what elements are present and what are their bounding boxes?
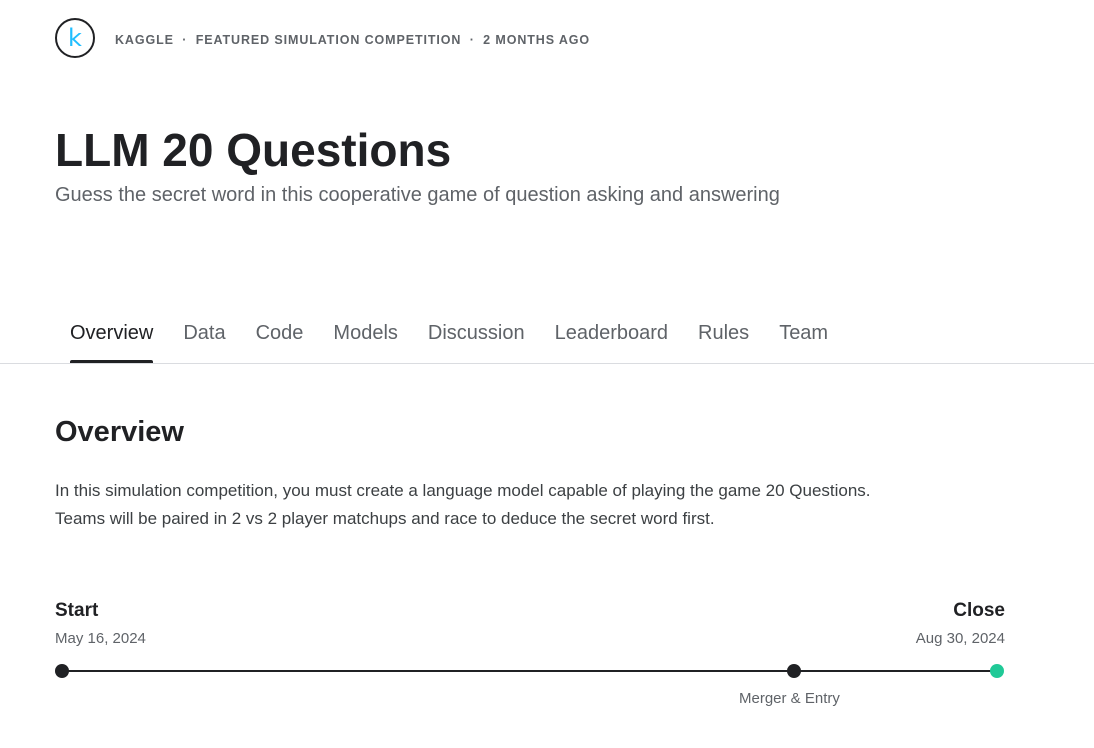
- timeline-start-marker: [55, 664, 69, 678]
- timeline-start-label: Start: [55, 600, 99, 621]
- tab-overview[interactable]: Overview: [55, 318, 168, 364]
- competition-page: k KAGGLE · FEATURED SIMULATION COMPETITI…: [0, 0, 1094, 748]
- meta-time: 2 MONTHS AGO: [483, 33, 591, 47]
- overview-heading: Overview: [55, 416, 184, 448]
- meta-category: FEATURED SIMULATION COMPETITION: [195, 33, 462, 47]
- tab-team[interactable]: Team: [764, 318, 843, 364]
- overview-line: Teams will be paired in 2 vs 2 player ma…: [55, 509, 715, 528]
- kaggle-logo-icon[interactable]: k: [55, 18, 95, 58]
- kaggle-logo-letter: k: [68, 23, 82, 52]
- tab-bar: Overview Data Code Models Discussion Lea…: [55, 318, 843, 364]
- timeline-close-marker: [990, 664, 1004, 678]
- timeline-start-date: May 16, 2024: [55, 630, 146, 647]
- competition-meta: KAGGLE · FEATURED SIMULATION COMPETITION…: [115, 33, 590, 47]
- overview-line: In this simulation competition, you must…: [55, 481, 871, 500]
- tab-rules[interactable]: Rules: [683, 318, 764, 364]
- tab-divider: [0, 363, 1094, 364]
- meta-source: KAGGLE: [115, 33, 174, 47]
- timeline-close-label: Close: [953, 600, 1005, 621]
- tab-data[interactable]: Data: [168, 318, 240, 364]
- timeline-merger-marker[interactable]: [787, 664, 801, 678]
- page-subtitle: Guess the secret word in this cooperativ…: [55, 184, 780, 206]
- meta-separator: ·: [469, 33, 475, 47]
- timeline-track: [62, 670, 997, 672]
- tab-code[interactable]: Code: [241, 318, 319, 364]
- tab-discussion[interactable]: Discussion: [413, 318, 540, 364]
- timeline-close-date: Aug 30, 2024: [915, 630, 1005, 647]
- page-title: LLM 20 Questions: [55, 124, 452, 176]
- meta-separator: ·: [182, 33, 188, 47]
- tab-leaderboard[interactable]: Leaderboard: [540, 318, 683, 364]
- overview-description: In this simulation competition, you must…: [55, 477, 1035, 533]
- tab-models[interactable]: Models: [318, 318, 412, 364]
- timeline-merger-label: Merger & Entry: [739, 690, 840, 707]
